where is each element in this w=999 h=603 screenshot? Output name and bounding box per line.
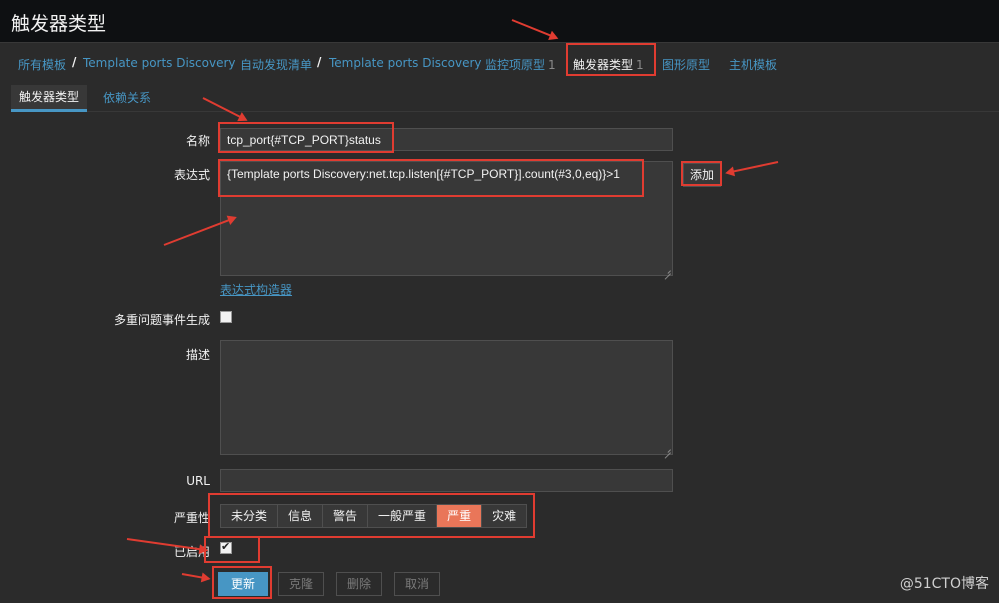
tab-bar: 触发器类型 依赖关系 — [11, 84, 999, 112]
resize-grip-icon[interactable] — [663, 445, 671, 453]
name-input[interactable]: tcp_port{#TCP_PORT}status — [220, 128, 673, 151]
enabled-checkbox[interactable] — [220, 540, 232, 554]
severity-disaster[interactable]: 灾难 — [482, 504, 528, 528]
expression-constructor-link[interactable]: 表达式构造器 — [220, 281, 292, 298]
multiple-events-label: 多重问题事件生成 — [113, 313, 210, 327]
update-button[interactable]: 更新 — [218, 572, 268, 596]
breadcrumb-separator: / — [72, 55, 77, 69]
severity-information[interactable]: 信息 — [278, 504, 324, 528]
resize-grip-icon[interactable] — [663, 266, 671, 274]
multiple-events-checkbox[interactable] — [220, 311, 232, 323]
description-label: 描述 — [185, 348, 210, 362]
clone-button[interactable]: 克隆 — [278, 572, 324, 596]
url-input[interactable] — [220, 469, 673, 492]
breadcrumb-template[interactable]: Template ports Discovery — [83, 56, 236, 70]
nav-item-prototypes-label: 监控项原型 — [485, 58, 546, 72]
tab-dependencies[interactable]: 依赖关系 — [95, 88, 159, 112]
nav-item-prototypes[interactable]: 监控项原型 1 — [485, 56, 556, 73]
nav-item-graph-prototypes[interactable]: 图形原型 — [662, 56, 710, 73]
severity-high[interactable]: 严重 — [437, 504, 483, 528]
nav-item-trigger-prototypes-count: 1 — [636, 58, 644, 72]
url-label: URL — [186, 474, 210, 488]
description-textarea[interactable] — [220, 340, 673, 455]
nav-item-prototypes-count: 1 — [548, 58, 556, 72]
severity-selector: 未分类 信息 警告 一般严重 严重 灾难 — [220, 504, 528, 528]
breadcrumb-discovery-rule[interactable]: Template ports Discovery — [329, 56, 482, 70]
breadcrumb: 所有模板 / Template ports Discovery 自动发现清单 /… — [0, 44, 999, 81]
severity-not-classified[interactable]: 未分类 — [220, 504, 279, 528]
severity-warning[interactable]: 警告 — [323, 504, 369, 528]
tab-trigger-prototype[interactable]: 触发器类型 — [11, 85, 88, 112]
nav-item-trigger-prototypes[interactable]: 触发器类型 1 — [573, 56, 644, 73]
severity-label: 严重性 — [173, 511, 210, 525]
header-bar: 触发器类型 — [0, 0, 999, 43]
cancel-button[interactable]: 取消 — [394, 572, 440, 596]
breadcrumb-separator: / — [317, 55, 322, 69]
watermark: @51CTO博客 — [899, 576, 989, 592]
expression-text: {Template ports Discovery:net.tcp.listen… — [227, 167, 620, 181]
expression-label: 表达式 — [173, 168, 210, 182]
name-label: 名称 — [185, 134, 210, 148]
add-expression-button[interactable]: 添加 — [683, 163, 721, 187]
nav-item-trigger-prototypes-label: 触发器类型 — [573, 58, 634, 72]
expression-textarea[interactable]: {Template ports Discovery:net.tcp.listen… — [220, 161, 673, 276]
delete-button[interactable]: 删除 — [336, 572, 382, 596]
nav-item-host-templates[interactable]: 主机模板 — [729, 56, 777, 73]
breadcrumb-all-templates[interactable]: 所有模板 — [18, 56, 66, 73]
breadcrumb-discovery-list[interactable]: 自动发现清单 — [240, 56, 312, 73]
page-title: 触发器类型 — [11, 13, 107, 35]
severity-average[interactable]: 一般严重 — [368, 504, 438, 528]
